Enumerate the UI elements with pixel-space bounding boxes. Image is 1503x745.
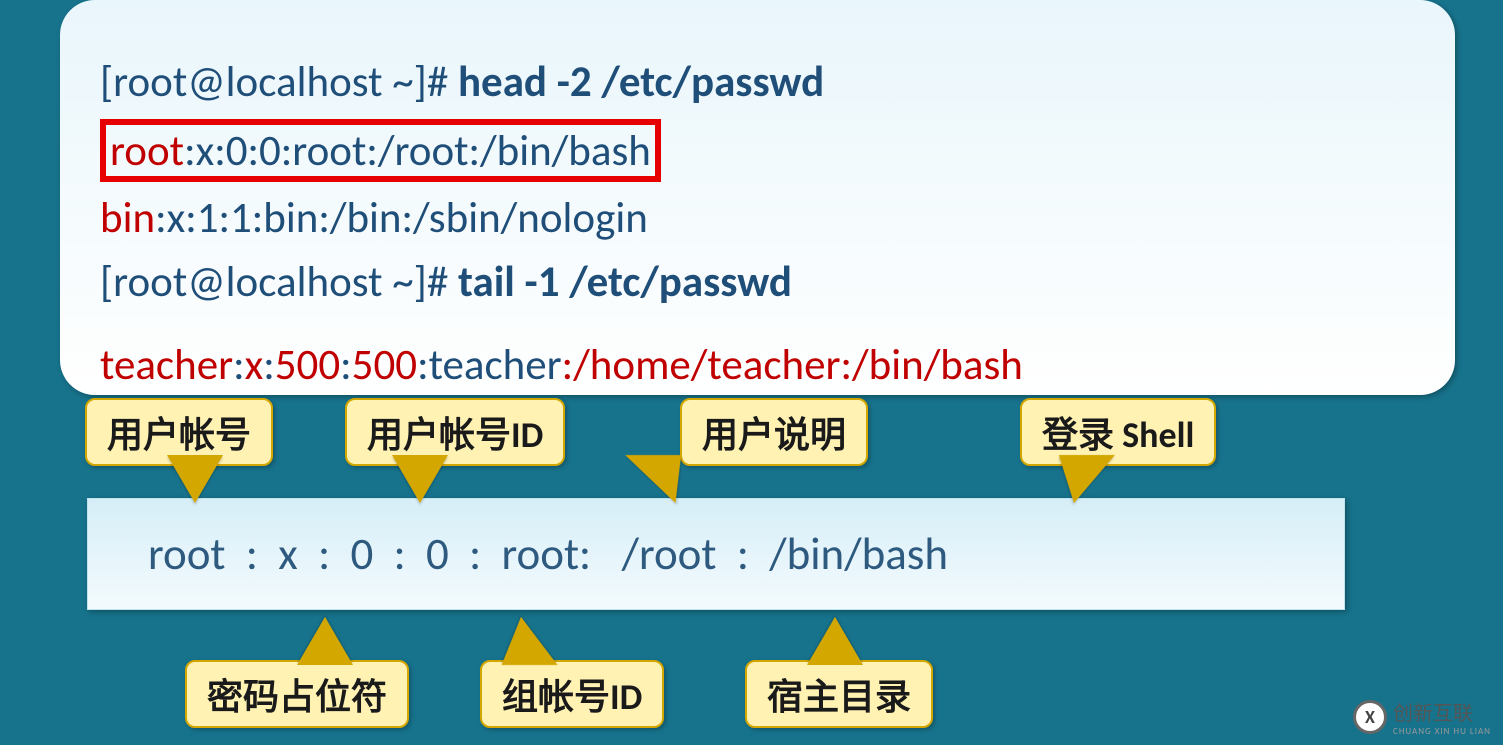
bin-line: bin:x:1:1:bin:/bin:/sbin/nologin bbox=[100, 186, 1415, 251]
callout-group-id: 组帐号ID bbox=[480, 660, 664, 728]
root-user: root bbox=[110, 124, 184, 177]
tail-icon bbox=[810, 617, 860, 662]
root-rest: :x:0:0:root:/root:/bin/bash bbox=[184, 124, 651, 177]
logo-icon: X bbox=[1353, 700, 1387, 734]
callout-user-id: 用户帐号ID bbox=[345, 398, 565, 466]
bin-user: bin bbox=[100, 191, 155, 244]
cmd-line-1: [root@localhost ~]# head -2 /etc/passwd bbox=[100, 50, 1415, 115]
bin-rest: :x:1:1:bin:/bin:/sbin/nologin bbox=[155, 191, 648, 244]
prompt-1: [root@localhost ~]# bbox=[100, 55, 458, 108]
command-tail: tail -1 /etc/passwd bbox=[458, 255, 792, 308]
brand-sub: CHUANG XIN HU LIAN bbox=[1393, 726, 1491, 737]
command-head: head -2 /etc/passwd bbox=[458, 55, 824, 108]
prompt-2: [root@localhost ~]# bbox=[100, 255, 458, 308]
tail-icon bbox=[395, 458, 445, 503]
terminal-output: [root@localhost ~]# head -2 /etc/passwd … bbox=[60, 0, 1455, 395]
brand-text: 创新互联 bbox=[1393, 702, 1473, 726]
breakdown-text: root : x : 0 : 0 : root: /root : /bin/ba… bbox=[148, 527, 948, 582]
tail-icon bbox=[1049, 458, 1111, 503]
callout-home-dir: 宿主目录 bbox=[745, 660, 933, 728]
cmd-line-2: [root@localhost ~]# tail -1 /etc/passwd bbox=[100, 250, 1415, 315]
tail-icon bbox=[496, 617, 554, 662]
callout-login-shell: 登录 Shell bbox=[1020, 398, 1216, 466]
watermark: X 创新互联 CHUANG XIN HU LIAN bbox=[1353, 697, 1491, 737]
field-breakdown: root : x : 0 : 0 : root: /root : /bin/ba… bbox=[87, 498, 1345, 610]
callout-user-desc: 用户说明 bbox=[680, 398, 868, 466]
tail-icon bbox=[300, 617, 350, 662]
teacher-line: teacher:x:500:500:teacher:/home/teacher:… bbox=[100, 333, 1415, 398]
callout-pw-placeholder: 密码占位符 bbox=[185, 660, 409, 728]
tail-icon bbox=[170, 458, 220, 503]
highlighted-root-line: root:x:0:0:root:/root:/bin/bash bbox=[100, 119, 661, 182]
